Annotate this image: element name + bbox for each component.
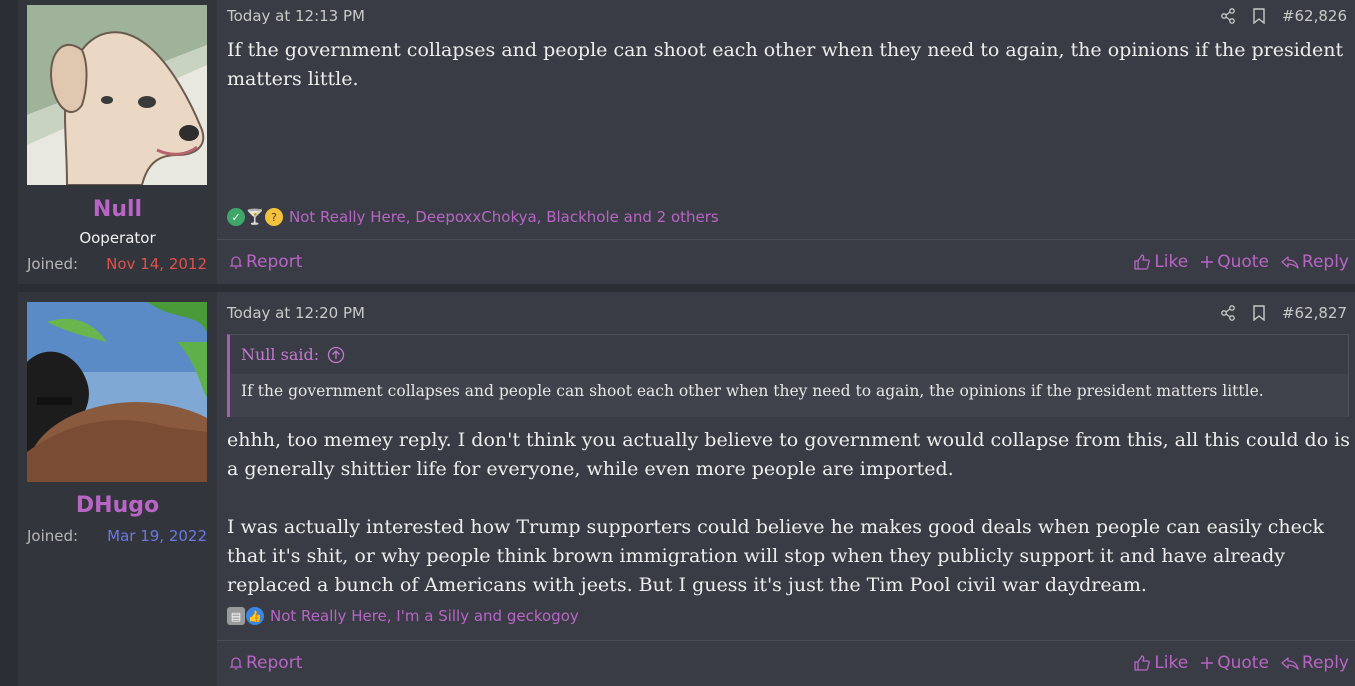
share-icon[interactable] xyxy=(1220,8,1236,24)
post-number[interactable]: #62,827 xyxy=(1282,304,1347,322)
cocktail-icon: 🍸 xyxy=(245,208,265,226)
avatar[interactable] xyxy=(27,5,207,185)
user-title: Ooperator xyxy=(79,229,156,247)
thinking-icon: ? xyxy=(265,208,283,226)
user-panel: Null Ooperator Joined: Nov 14, 2012 xyxy=(18,0,217,284)
bell-icon xyxy=(229,656,243,670)
joined-label: Joined: xyxy=(27,255,79,273)
report-button[interactable]: Report xyxy=(229,653,302,673)
quote-header[interactable]: Null said: xyxy=(230,335,1348,374)
quote-button[interactable]: Quote xyxy=(1200,252,1269,272)
bookmark-icon[interactable] xyxy=(1252,305,1266,321)
joined-row: Joined: Nov 14, 2012 xyxy=(27,255,207,273)
check-icon: ✓ xyxy=(227,208,245,226)
reply-label: Reply xyxy=(1301,652,1349,673)
like-button[interactable]: Like xyxy=(1133,653,1188,673)
reply-button[interactable]: Reply xyxy=(1281,653,1349,673)
report-button[interactable]: Report xyxy=(229,252,302,272)
reactions-bar[interactable]: ✓ 🍸 ? Not Really Here, DeepoxxChokya, Bl… xyxy=(227,208,719,226)
username[interactable]: DHugo xyxy=(18,493,217,518)
post-62826: Null Ooperator Joined: Nov 14, 2012 Toda… xyxy=(18,0,1355,284)
report-label: Report xyxy=(246,251,303,272)
joined-date: Mar 19, 2022 xyxy=(107,527,207,545)
post-footer: Report Like Quote Reply xyxy=(217,640,1355,684)
share-icon[interactable] xyxy=(1220,305,1236,321)
newspaper-icon: ▤ xyxy=(227,607,245,625)
quote-button[interactable]: Quote xyxy=(1200,653,1269,673)
plus-icon xyxy=(1201,656,1214,669)
joined-row: Joined: Mar 19, 2022 xyxy=(27,527,207,545)
post-meta: Today at 12:13 PM #62,826 xyxy=(227,5,1347,27)
joined-label: Joined: xyxy=(27,527,79,545)
bookmark-icon[interactable] xyxy=(1252,8,1266,24)
quote-block: Null said: If the government collapses a… xyxy=(227,334,1349,417)
reply-label: Reply xyxy=(1301,251,1349,272)
quote-label: Quote xyxy=(1217,652,1269,673)
reply-icon xyxy=(1281,656,1299,670)
reactions-bar[interactable]: ▤ 👍 Not Really Here, I'm a Silly and gec… xyxy=(227,607,579,625)
thumbs-up-icon xyxy=(1134,253,1151,270)
arrow-up-circle-icon[interactable] xyxy=(327,346,345,364)
post-timestamp[interactable]: Today at 12:20 PM xyxy=(227,304,365,322)
user-panel: DHugo Joined: Mar 19, 2022 xyxy=(18,292,217,686)
reactions-list[interactable]: Not Really Here, I'm a Silly and geckogo… xyxy=(270,607,579,625)
post-paragraph: I was actually interested how Trump supp… xyxy=(227,516,1324,596)
post-62827: DHugo Joined: Mar 19, 2022 Today at 12:2… xyxy=(18,292,1355,686)
reactions-list[interactable]: Not Really Here, DeepoxxChokya, Blackhol… xyxy=(289,208,719,226)
thumbs-up-icon xyxy=(1134,654,1151,671)
avatar[interactable] xyxy=(27,302,207,482)
post-main: Today at 12:13 PM #62,826 If the governm… xyxy=(217,0,1355,284)
like-label: Like xyxy=(1154,652,1189,673)
post-paragraph: ehhh, too memey reply. I don't think you… xyxy=(227,429,1350,480)
report-label: Report xyxy=(246,652,303,673)
reply-icon xyxy=(1281,255,1299,269)
post-body: If the government collapses and people c… xyxy=(227,39,1344,90)
plus-icon xyxy=(1201,255,1214,268)
bell-icon xyxy=(229,255,243,269)
username[interactable]: Null xyxy=(18,197,217,222)
post-number[interactable]: #62,826 xyxy=(1282,7,1347,25)
post-footer: Report Like Quote Reply xyxy=(217,239,1355,283)
post-body: ehhh, too memey reply. I don't think you… xyxy=(227,426,1351,600)
quote-author[interactable]: Null said: xyxy=(241,345,319,364)
like-button[interactable]: Like xyxy=(1133,252,1188,272)
reply-button[interactable]: Reply xyxy=(1281,252,1349,272)
post-meta: Today at 12:20 PM #62,827 xyxy=(227,302,1347,324)
post-timestamp[interactable]: Today at 12:13 PM xyxy=(227,7,365,25)
quote-text: If the government collapses and people c… xyxy=(241,382,1264,400)
quote-label: Quote xyxy=(1217,251,1269,272)
like-label: Like xyxy=(1154,251,1189,272)
joined-date: Nov 14, 2012 xyxy=(106,255,207,273)
thumbs-up-icon: 👍 xyxy=(246,607,264,625)
post-main: Today at 12:20 PM #62,827 Null said: If … xyxy=(217,292,1355,686)
